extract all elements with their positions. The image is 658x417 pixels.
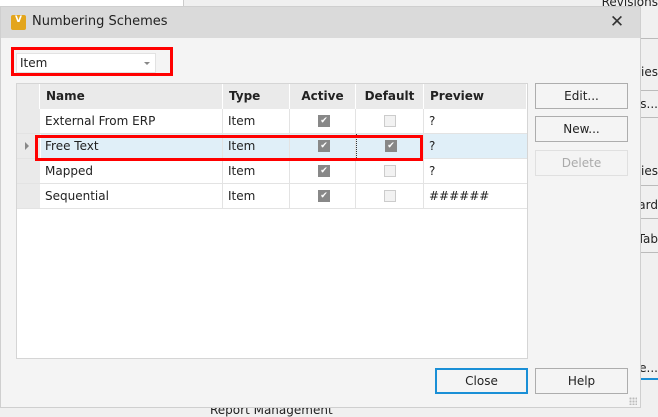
column-header-default[interactable]: Default: [356, 84, 424, 109]
column-header-active[interactable]: Active: [290, 84, 356, 109]
highlight-box: [11, 47, 173, 76]
bg-divider: [641, 117, 658, 118]
bg-divider: [641, 38, 658, 39]
bg-divider: [641, 90, 658, 91]
table-row[interactable]: External From ERP Item ✔?: [17, 109, 527, 134]
default-checkbox[interactable]: [384, 115, 396, 127]
cell-active[interactable]: ✔: [290, 109, 356, 133]
close-button[interactable]: Close: [435, 368, 528, 394]
bg-divider: [641, 218, 658, 219]
row-header[interactable]: [17, 159, 41, 183]
active-checkbox[interactable]: ✔: [318, 115, 330, 127]
active-checkbox[interactable]: ✔: [318, 165, 330, 177]
cell-preview[interactable]: ?: [424, 134, 527, 158]
highlight-box: [35, 135, 423, 161]
cell-type[interactable]: Item: [223, 184, 290, 208]
bg-divider: [641, 185, 658, 186]
cell-active[interactable]: ✔: [290, 159, 356, 183]
bg-divider: [641, 252, 658, 253]
column-header-name[interactable]: Name: [40, 84, 223, 109]
row-header[interactable]: [17, 109, 41, 133]
default-checkbox[interactable]: [384, 165, 396, 177]
edit-button[interactable]: Edit...: [535, 83, 628, 109]
current-row-icon: [25, 142, 29, 150]
cell-active[interactable]: ✔: [290, 184, 356, 208]
close-icon[interactable]: ✕: [605, 11, 629, 33]
column-header-type[interactable]: Type: [223, 84, 290, 109]
numbering-schemes-dialog: V Numbering Schemes ✕ Item Name Type Act…: [0, 6, 641, 408]
column-header-preview[interactable]: Preview: [424, 84, 527, 109]
delete-button[interactable]: Delete: [535, 150, 628, 176]
default-checkbox[interactable]: [384, 190, 396, 202]
schemes-grid: Name Type Active Default Preview Externa…: [16, 83, 528, 359]
cell-type[interactable]: Item: [223, 109, 290, 133]
cell-name[interactable]: Mapped: [40, 159, 223, 183]
cell-preview[interactable]: ######: [424, 184, 527, 208]
new-button[interactable]: New...: [535, 116, 628, 142]
dialog-title: Numbering Schemes: [32, 14, 168, 29]
cell-default[interactable]: [356, 184, 424, 208]
row-header[interactable]: [17, 184, 41, 208]
cell-default[interactable]: [356, 109, 424, 133]
bg-label: ard: [638, 198, 658, 212]
bg-label: s...: [640, 97, 658, 111]
cell-preview[interactable]: ?: [424, 159, 527, 183]
app-logo-icon: V: [11, 15, 26, 30]
cell-type[interactable]: Item: [223, 159, 290, 183]
active-checkbox[interactable]: ✔: [318, 190, 330, 202]
cell-name[interactable]: External From ERP: [40, 109, 223, 133]
cell-name[interactable]: Sequential: [40, 184, 223, 208]
row-header-corner: [17, 84, 40, 109]
title-bar: V Numbering Schemes ✕: [1, 7, 640, 38]
help-button[interactable]: Help: [535, 368, 628, 394]
cell-default[interactable]: [356, 159, 424, 183]
table-row[interactable]: Mapped Item ✔?: [17, 159, 527, 184]
resize-grip-icon[interactable]: [629, 397, 637, 405]
table-row[interactable]: Sequential Item ✔ ######: [17, 184, 527, 209]
bg-accent-line: [641, 378, 658, 380]
cell-preview[interactable]: ?: [424, 109, 527, 133]
